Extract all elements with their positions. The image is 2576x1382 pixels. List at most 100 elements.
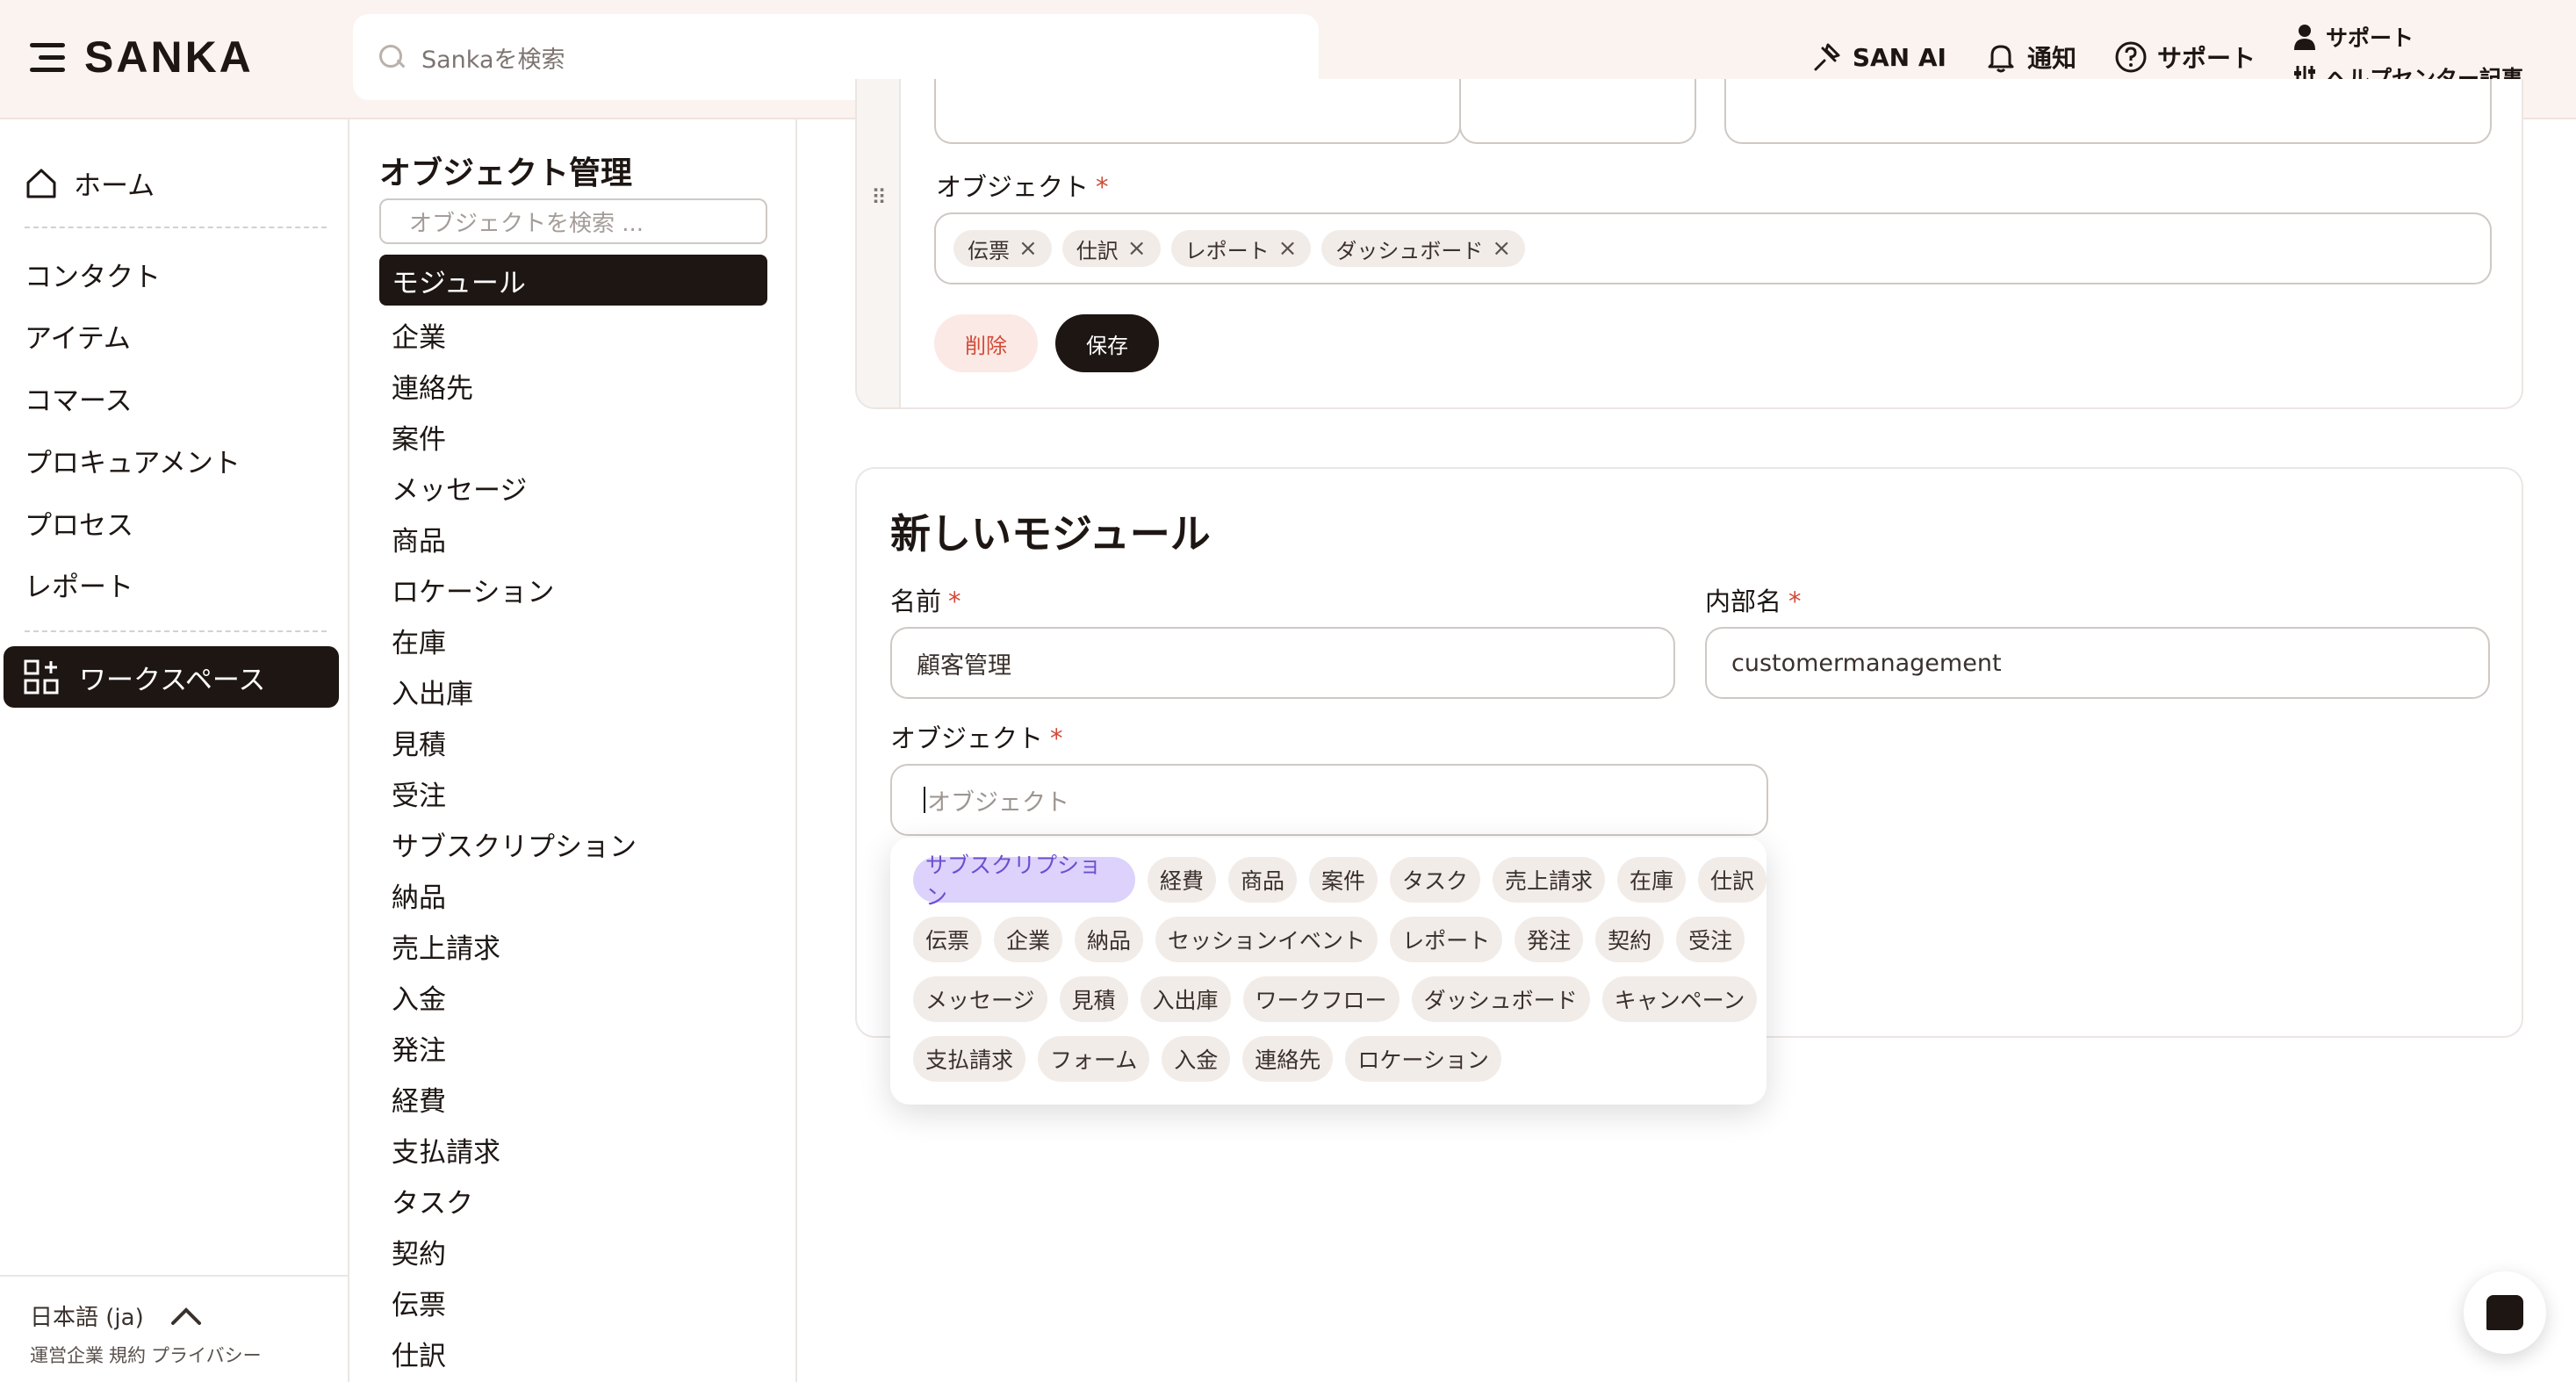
dropdown-option[interactable]: 発注 [1515,917,1584,962]
sidebar-item-workspace[interactable]: ワークスペース [4,646,339,708]
object-item[interactable]: 売上請求 [392,920,637,971]
san-ai-label: SAN AI [1852,42,1946,72]
sparkle-pin-icon [1814,43,1840,71]
dropdown-option[interactable]: 見積 [1059,976,1128,1022]
dropdown-option[interactable]: 契約 [1595,917,1665,962]
dropdown-option[interactable]: 商品 [1227,857,1297,903]
internal-name-input[interactable]: customermanagement [1705,627,2490,699]
object-item[interactable]: 商品 [392,513,637,564]
object-item[interactable]: 連絡先 [392,360,637,411]
dropdown-option[interactable]: ダッシュボード [1411,976,1590,1022]
internal-name-field-partial[interactable] [1724,79,2492,144]
footer-link-terms[interactable]: 規約 [109,1342,146,1368]
object-management-panel: オブジェクト管理 オブジェクトを検索 ... モジュール 企業 連絡先 案件 メ… [351,119,797,1382]
dropdown-option[interactable]: 売上請求 [1492,857,1605,903]
dropdown-option[interactable]: 納品 [1075,917,1144,962]
dropdown-option-selected[interactable]: サブスクリプション [913,853,1135,910]
internal-name-label: 内部名 * [1705,581,1802,618]
object-item[interactable]: タスク [392,1175,637,1226]
sidebar-item-process[interactable]: プロセス [25,503,133,543]
san-ai-button[interactable]: SAN AI [1809,40,1946,75]
object-item[interactable]: 入金 [392,971,637,1022]
dropdown-option[interactable]: 入金 [1162,1036,1231,1082]
object-tag[interactable]: 仕訳 × [1061,230,1161,267]
sidebar-item-reports[interactable]: レポート [25,565,133,604]
object-tag[interactable]: 伝票 × [953,230,1052,267]
sidebar-item-items[interactable]: アイテム [25,316,131,356]
sidebar-item-label: プロセス [25,510,133,542]
sidebar-item-commerce[interactable]: コマース [25,378,132,418]
new-module-title: 新しいモジュール [890,510,1211,558]
objects-input[interactable]: オブジェクト [890,764,1768,836]
object-item[interactable]: 経費 [392,1073,637,1124]
bell-icon [1988,45,2014,73]
object-item[interactable]: 仕訳 [392,1328,637,1378]
footer-link-company[interactable]: 運営企業 [30,1342,104,1368]
notifications-button[interactable]: 通知 [1983,40,2076,75]
dropdown-option[interactable]: キャンペーン [1601,976,1758,1022]
dropdown-option[interactable]: フォーム [1038,1036,1150,1082]
object-item[interactable]: 納品 [392,869,637,920]
close-icon[interactable]: × [1278,235,1298,262]
sidebar-footer-divider [0,1275,348,1277]
object-item[interactable]: 見積 [392,716,637,767]
object-item[interactable]: 入出庫 [392,666,637,716]
object-item[interactable]: メッセージ [392,462,637,513]
dropdown-option[interactable]: レポート [1390,917,1503,962]
object-search-input[interactable]: オブジェクトを検索 ... [379,198,767,244]
dropdown-option[interactable]: 伝票 [913,917,982,962]
name-field-partial[interactable] [934,79,1461,144]
object-item[interactable]: 受注 [392,767,637,818]
save-button[interactable]: 保存 [1055,314,1159,372]
name-input[interactable]: 顧客管理 [890,627,1675,699]
dropdown-option[interactable]: 案件 [1308,857,1378,903]
objects-multiselect[interactable]: 伝票 × 仕訳 × レポート × ダッシュボード × [934,212,2492,284]
language-label: 日本語 (ja) [30,1305,144,1331]
dropdown-option[interactable]: 支払請求 [913,1036,1026,1082]
sidebar-item-procurement[interactable]: プロキュアメント [25,441,241,480]
menu-icon[interactable] [30,40,65,75]
dropdown-option[interactable]: ロケーション [1345,1036,1501,1082]
dropdown-option[interactable]: 仕訳 [1697,857,1767,903]
drag-handle-column[interactable]: ⠿ [857,79,901,407]
sidebar-item-label: ホーム [74,170,155,202]
object-item[interactable]: 企業 [392,309,637,360]
object-item[interactable]: 伝票 [392,1277,637,1328]
support-block-label: サポート [2325,25,2414,51]
object-item[interactable]: 在庫 [392,615,637,666]
drag-handle-icon[interactable]: ⠿ [869,184,889,211]
brand-name[interactable]: SANKA [84,32,254,83]
close-icon[interactable]: × [1127,235,1147,262]
object-tag[interactable]: ダッシュボード × [1321,230,1526,267]
dropdown-option[interactable]: 経費 [1147,857,1216,903]
object-item[interactable]: ロケーション [392,564,637,615]
dropdown-option[interactable]: 在庫 [1616,857,1686,903]
tag-label: 仕訳 [1076,238,1119,263]
chat-launcher-button[interactable] [2464,1271,2546,1354]
language-field-partial[interactable] [1459,79,1696,144]
support-button[interactable]: サポート [2113,40,2256,75]
dropdown-option[interactable]: 連絡先 [1242,1036,1334,1082]
footer-link-privacy[interactable]: プライバシー [151,1342,262,1368]
object-item[interactable]: サブスクリプション [392,818,637,869]
sidebar: ホーム コンタクト アイテム コマース プロキュアメント プロセス レポート ワ… [0,119,349,1382]
close-icon[interactable]: × [1492,235,1511,262]
object-item-active[interactable]: モジュール [379,255,767,306]
object-item[interactable]: 契約 [392,1226,637,1277]
object-item[interactable]: 発注 [392,1022,637,1073]
close-icon[interactable]: × [1018,235,1038,262]
dropdown-option[interactable]: 受注 [1676,917,1745,962]
dropdown-option[interactable]: 入出庫 [1140,976,1231,1022]
object-tag[interactable]: レポート × [1170,230,1312,267]
language-selector[interactable]: 日本語 (ja) [30,1299,202,1332]
sidebar-item-home[interactable]: ホーム [25,163,155,203]
sidebar-item-contacts[interactable]: コンタクト [25,255,161,294]
object-item[interactable]: 支払請求 [392,1124,637,1175]
dropdown-option[interactable]: メッセージ [913,976,1047,1022]
dropdown-option[interactable]: セッションイベント [1155,917,1378,962]
delete-button[interactable]: 削除 [934,314,1038,372]
dropdown-option[interactable]: タスク [1389,857,1480,903]
dropdown-option[interactable]: 企業 [994,917,1063,962]
dropdown-option[interactable]: ワークフロー [1242,976,1400,1022]
object-item[interactable]: 案件 [392,411,637,462]
